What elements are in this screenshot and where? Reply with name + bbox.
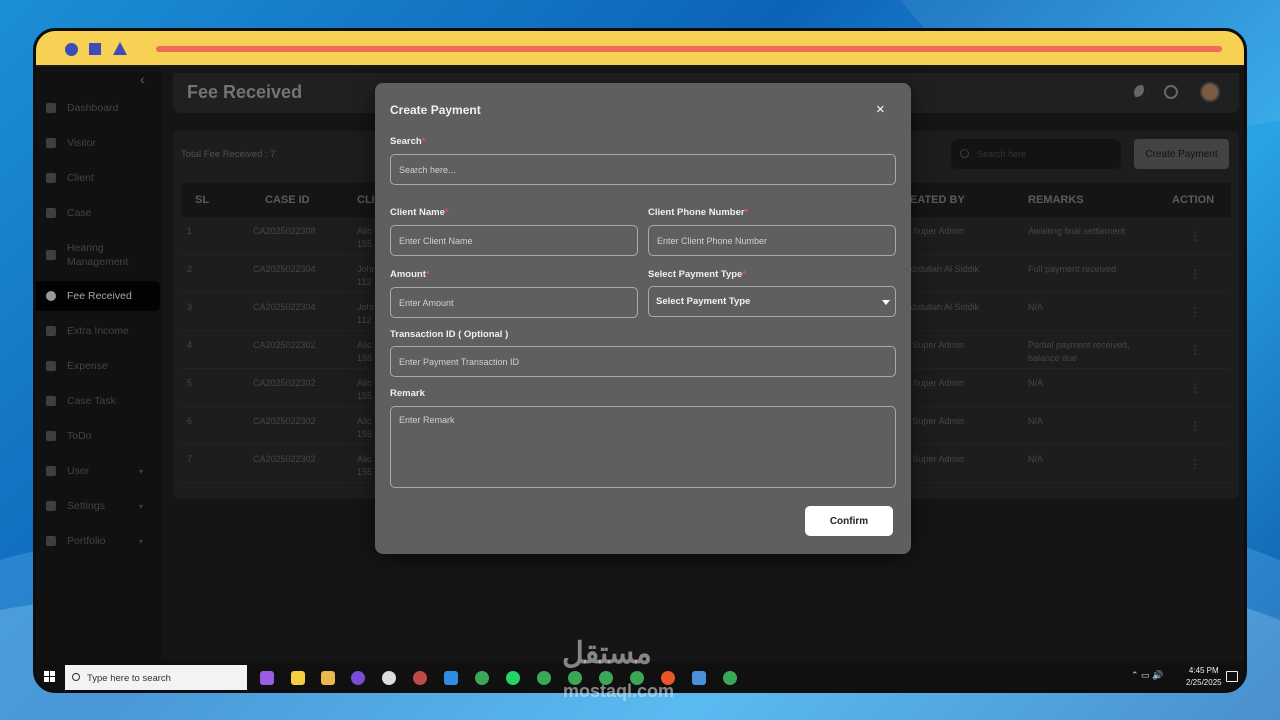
required-mark: * xyxy=(742,269,747,280)
confirm-button[interactable]: Confirm xyxy=(805,506,893,536)
frame-top-bar xyxy=(36,31,1244,67)
clock-time: 4:45 PM xyxy=(1188,666,1219,675)
triangle-icon xyxy=(113,42,127,55)
system-tray-icons[interactable]: ⌃ ▭ 🔊 xyxy=(1131,670,1163,681)
sticky-notes-icon[interactable] xyxy=(291,671,305,685)
chrome-icon[interactable] xyxy=(723,671,737,685)
label-text: Search xyxy=(390,136,422,147)
required-mark: * xyxy=(421,136,426,147)
chrome-icon[interactable] xyxy=(475,671,489,685)
circle-icon xyxy=(65,43,78,56)
modal-title: Create Payment xyxy=(390,103,481,117)
amount-input[interactable] xyxy=(390,287,638,318)
client-name-label: Client Name* xyxy=(390,207,449,218)
amount-label: Amount* xyxy=(390,269,430,280)
compass-icon[interactable] xyxy=(382,671,396,685)
caret-down-icon xyxy=(882,300,890,305)
transaction-label: Transaction ID ( Optional ) xyxy=(390,329,509,340)
vscode-icon[interactable] xyxy=(444,671,458,685)
search-icon xyxy=(72,673,80,681)
payment-type-label: Select Payment Type* xyxy=(648,269,746,280)
label-text: Client Name xyxy=(390,207,445,218)
remark-textarea[interactable] xyxy=(390,406,896,488)
label-text: Amount xyxy=(390,269,426,280)
whatsapp-icon[interactable] xyxy=(506,671,520,685)
client-phone-label: Client Phone Number* xyxy=(648,207,748,218)
client-search-input[interactable] xyxy=(390,154,896,185)
label-text: Client Phone Number xyxy=(648,207,745,218)
file-explorer-icon[interactable] xyxy=(321,671,335,685)
label-text: Select Payment Type xyxy=(648,269,743,280)
transaction-id-input[interactable] xyxy=(390,346,896,377)
chrome-icon[interactable] xyxy=(537,671,551,685)
required-mark: * xyxy=(444,207,449,218)
select-value: Select Payment Type xyxy=(656,296,751,307)
watermark-logo: مستقل xyxy=(562,637,652,670)
client-phone-input[interactable] xyxy=(648,225,896,256)
taskbar-search-placeholder: Type here to search xyxy=(87,672,171,684)
taskbar-clock[interactable]: 4:45 PM 2/25/2025 xyxy=(1186,665,1222,689)
create-payment-modal: Create Payment × Search* Client Name* Cl… xyxy=(375,83,911,554)
clock-date: 2/25/2025 xyxy=(1186,678,1222,687)
required-mark: * xyxy=(744,207,749,218)
payment-type-select[interactable]: Select Payment Type xyxy=(648,286,896,317)
taskbar-search-input[interactable]: Type here to search xyxy=(65,665,247,690)
required-mark: * xyxy=(425,269,430,280)
browser-frame: ‹ Dashboard Visitor Client Case Hearing … xyxy=(33,28,1247,693)
remark-label: Remark xyxy=(390,388,425,399)
notification-icon[interactable] xyxy=(1226,671,1238,682)
app-icon[interactable] xyxy=(413,671,427,685)
search-label: Search* xyxy=(390,136,425,147)
watermark-url: mostaql.com xyxy=(563,681,675,701)
close-icon[interactable]: × xyxy=(876,101,885,118)
windows-start-icon[interactable] xyxy=(44,671,56,683)
copilot-icon[interactable] xyxy=(260,671,274,685)
github-icon[interactable] xyxy=(351,671,365,685)
square-icon xyxy=(89,43,101,55)
client-name-input[interactable] xyxy=(390,225,638,256)
frame-address-line xyxy=(156,46,1222,52)
app-icon[interactable] xyxy=(692,671,706,685)
